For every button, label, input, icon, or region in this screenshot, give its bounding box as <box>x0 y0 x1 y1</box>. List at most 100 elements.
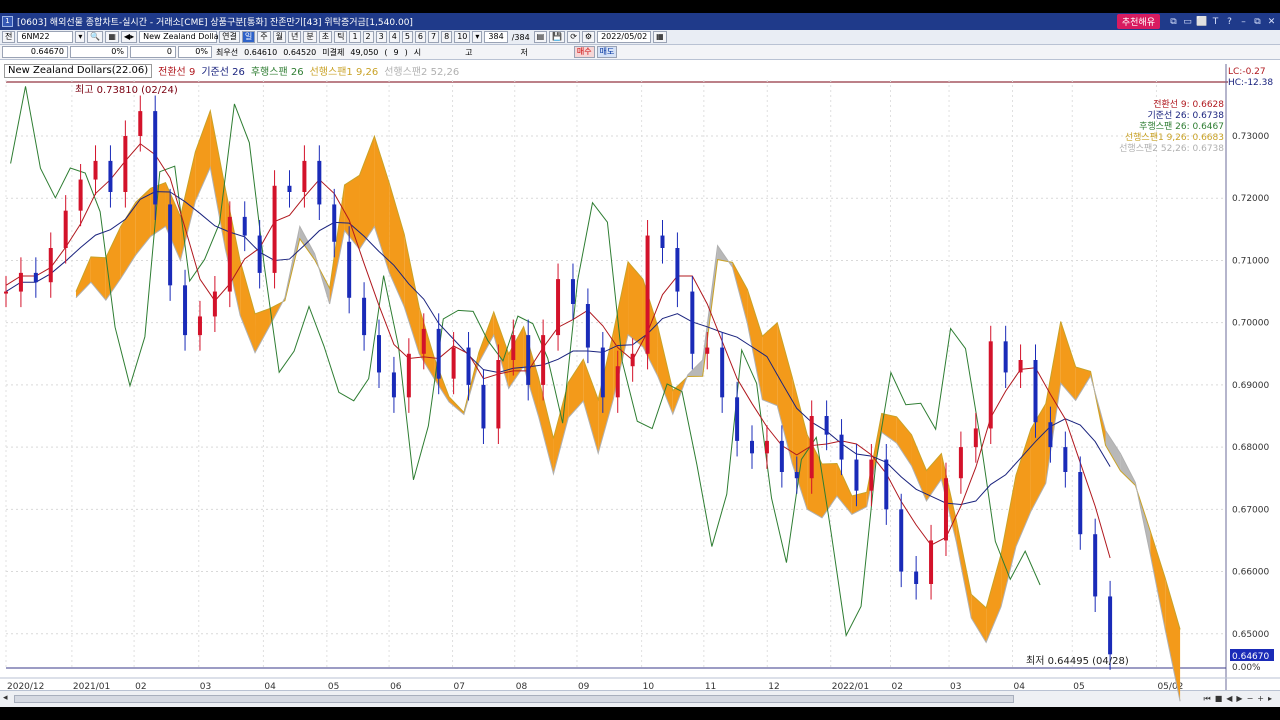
x-tick-label: 2020/12 <box>7 682 44 692</box>
candle-body <box>1033 360 1038 423</box>
candle-body <box>406 353 411 398</box>
candle-body <box>242 216 247 236</box>
lc-label: LC:-0.27 <box>1228 67 1266 77</box>
candle-body <box>630 353 635 367</box>
ichimoku-chart[interactable]: 0.73000 0.72000 0.71000 0.70000 0.69000 0.680… <box>0 0 1280 720</box>
candle-body <box>1078 472 1083 535</box>
x-tick-label: 07 <box>454 682 465 692</box>
indicator-value: 기준선 26: 0.6738 <box>1147 110 1224 121</box>
candle-body <box>720 347 725 398</box>
x-tick-label: 05 <box>328 682 339 692</box>
candle-body <box>63 210 68 248</box>
candle-body <box>78 179 83 211</box>
x-tick-label: 04 <box>264 682 276 692</box>
low-annotation: 최저 0.64495 (04/28) <box>1026 655 1129 667</box>
indicator-value: 선행스팬1 9,26: 0.6683 <box>1125 131 1224 143</box>
hc-label: HC:-12.38 <box>1228 78 1273 88</box>
candle-body <box>839 434 844 460</box>
candle-body <box>988 341 993 429</box>
candle-body <box>794 472 799 479</box>
candle-body <box>958 447 963 479</box>
indicator-value: 선행스팬2 52,26: 0.6738 <box>1119 142 1224 154</box>
x-tick-label: 09 <box>578 682 590 692</box>
x-tick-label: 2022/01 <box>832 682 869 692</box>
candle-body <box>347 241 352 298</box>
candle-body <box>869 459 874 491</box>
candle-body <box>153 111 158 205</box>
candle-body <box>93 160 98 180</box>
candle-body <box>108 160 113 192</box>
candle-body <box>809 416 814 479</box>
candle-body <box>764 440 769 454</box>
candle-body <box>18 272 23 292</box>
candle-body <box>436 328 441 379</box>
x-tick-label: 03 <box>950 682 961 692</box>
x-tick-label: 08 <box>516 682 528 692</box>
y-tick-label: 0.67000 <box>1232 505 1269 515</box>
candle-body <box>168 204 173 286</box>
candle-body <box>302 160 307 192</box>
candle-body <box>973 428 978 448</box>
x-tick-label: 05 <box>1073 682 1084 692</box>
candle-body <box>466 347 471 385</box>
candle-body <box>1003 341 1008 373</box>
candle-body <box>391 372 396 398</box>
x-tick-label: 11 <box>705 682 716 692</box>
candle-body <box>914 571 919 584</box>
candle-body <box>750 440 755 454</box>
y-tick-label: 0.69000 <box>1232 381 1269 391</box>
x-tick-label: 03 <box>200 682 211 692</box>
candle-body <box>854 459 859 491</box>
candle-body <box>675 248 680 292</box>
candle-body <box>332 204 337 242</box>
x-tick-label: 06 <box>390 682 402 692</box>
y-tick-label: 0.65000 <box>1232 630 1269 640</box>
candle-body <box>1093 534 1098 597</box>
candle-body <box>272 185 277 273</box>
candle-body <box>929 540 934 584</box>
candle-body <box>600 347 605 398</box>
candle-body <box>138 111 143 136</box>
candle-body <box>1063 447 1068 472</box>
candle-body <box>377 335 382 373</box>
candle-body <box>779 440 784 472</box>
y-tick-label: 0.66000 <box>1232 568 1269 578</box>
candle-body <box>48 248 53 283</box>
y-tick-label: 0.72000 <box>1232 194 1269 204</box>
candle-body <box>899 509 904 572</box>
candle-body <box>257 235 262 273</box>
candle-body <box>735 397 740 441</box>
candle-body <box>541 335 546 385</box>
candle-body <box>227 216 232 292</box>
candle-body <box>690 291 695 354</box>
candle-body <box>511 335 516 360</box>
candle-body <box>526 335 531 385</box>
x-tick-label: 10 <box>643 682 655 692</box>
candle-body <box>421 328 426 354</box>
zero-pct-label: 0.00% <box>1232 663 1261 673</box>
indicator-value: 전환선 9: 0.6628 <box>1153 98 1224 110</box>
candle-body <box>824 416 829 435</box>
x-tick-label: 02 <box>135 682 146 692</box>
y-tick-label: 0.68000 <box>1232 443 1269 453</box>
candle-body <box>197 316 202 336</box>
candle-body <box>1108 596 1113 655</box>
candle-body <box>451 347 456 379</box>
candle-body <box>123 136 128 192</box>
price-tag: 0.64670 <box>1232 652 1269 662</box>
candle-body <box>212 291 217 317</box>
candle-body <box>33 272 38 283</box>
candle-body <box>884 459 889 510</box>
cloud-bullish <box>762 322 778 406</box>
candle-body <box>317 160 322 205</box>
candle-body <box>362 297 367 336</box>
candle-body <box>570 279 575 304</box>
candle-body <box>287 185 292 192</box>
candle-body <box>496 360 501 429</box>
candle-body <box>4 291 8 294</box>
candle-body <box>645 235 650 354</box>
candle-body <box>943 478 948 541</box>
candle-body <box>481 384 486 429</box>
indicator-value: 후행스팬 26: 0.6467 <box>1139 120 1224 132</box>
x-tick-label: 02 <box>892 682 903 692</box>
